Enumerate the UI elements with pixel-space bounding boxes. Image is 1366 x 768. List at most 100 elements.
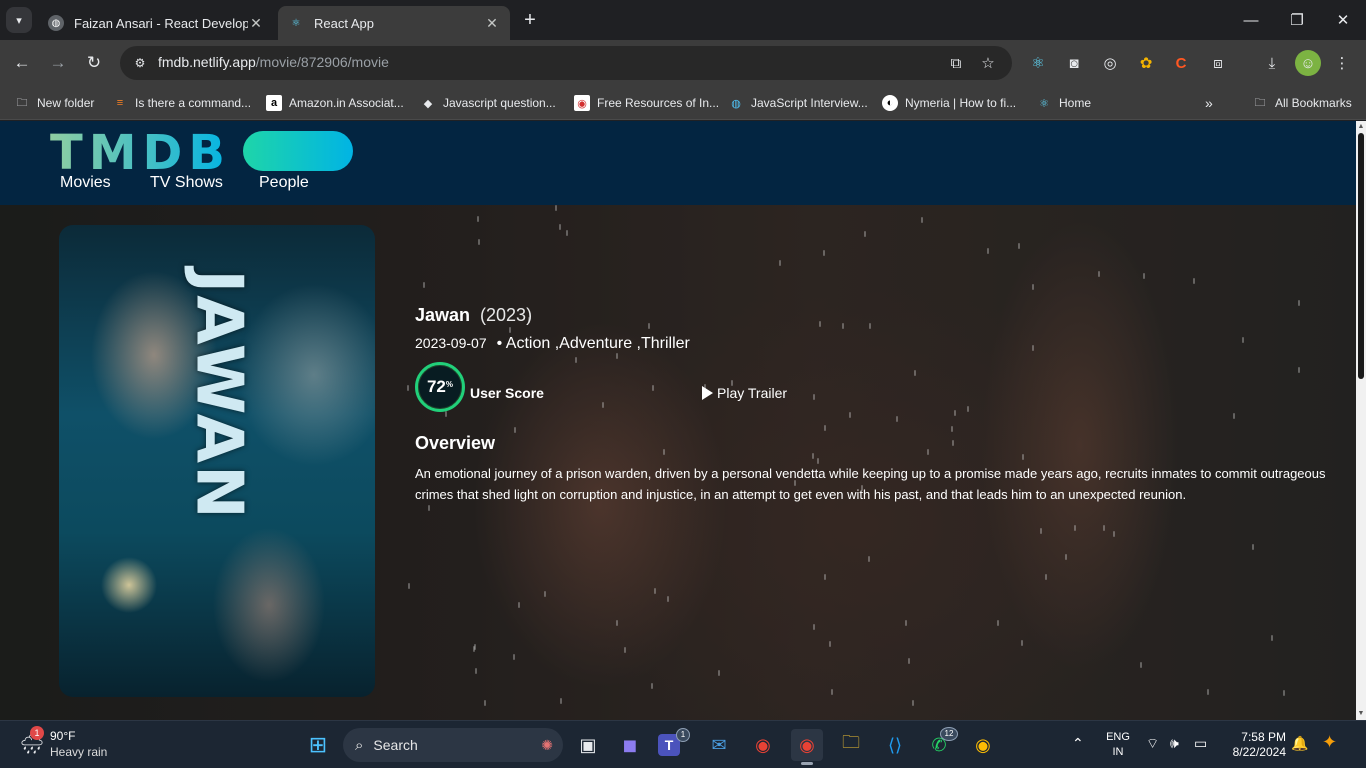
overview-heading: Overview [415,433,496,453]
start-windows-icon[interactable]: ⊞ [302,729,334,761]
rain-drop [513,654,516,661]
record-icon[interactable]: ◎ [1097,50,1123,76]
tab-react-app[interactable]: ⚛ React App ✕ [278,6,510,40]
scroll-up-icon[interactable]: ▲ [1356,122,1366,132]
rain-drop [818,321,821,328]
address-bar[interactable]: ⚙ fmdb.netlify.app/movie/872906/movie ⧉ … [120,46,1012,80]
download-icon[interactable]: ⤓ [1259,50,1285,76]
release-date: 2023-09-07 [415,335,487,351]
rain-drop [616,620,619,627]
language-code: ENG [1106,731,1130,743]
rain-drop [1282,689,1285,696]
install-app-icon[interactable]: ⧉ [945,52,967,74]
chevron-double-icon: » [1205,95,1213,111]
bookmark-stackoverflow[interactable]: ≡ Is there a command... [112,92,251,114]
bookmark-javascript-question[interactable]: ◆ Javascript question... [420,92,556,114]
profile-avatar[interactable]: ☺ [1295,50,1321,76]
reload-button[interactable]: ↻ [80,49,108,77]
camera-icon[interactable]: ◙ [1061,50,1087,76]
rain-drop [812,624,815,631]
vscode-icon[interactable]: ⟨⟩ [879,729,911,761]
c-extension-icon[interactable]: C [1168,50,1194,76]
tmdb-logo-pill [243,131,353,171]
notification-bell-icon[interactable]: 🔔 [1291,735,1308,752]
nav-tv-shows[interactable]: TV Shows [150,174,223,192]
rain-drop [986,248,989,255]
rain-drop [1017,243,1020,250]
close-icon[interactable]: ✕ [484,15,500,32]
chrome-canary-icon[interactable]: ◉ [967,729,999,761]
volume-icon[interactable]: 🕪 [1170,735,1179,752]
movie-title-line: Jawan (2023) [415,305,532,326]
movie-backdrop: JAWAN Jawan (2023) 2023-09-07 • Action ,Ad… [0,205,1356,720]
back-button[interactable]: ← [8,49,36,77]
color-picker-icon[interactable]: ✿ [1133,50,1159,76]
bookmark-nymeria[interactable]: ◐ Nymeria | How to fi... [882,92,1016,114]
scroll-down-icon[interactable]: ▼ [1356,709,1366,719]
rain-drop [1271,635,1274,642]
copilot-icon[interactable]: ✦ [1322,732,1337,753]
weather-temperature[interactable]: 90°F [50,729,75,743]
rain-drop [828,641,831,648]
taskbar-search[interactable]: ⌕ Search ✺ [343,728,563,762]
bookmark-js-interview[interactable]: ◍ JavaScript Interview... [728,92,868,114]
battery-icon[interactable]: ▭ [1194,735,1207,752]
bookmark-amazon[interactable]: a Amazon.in Associat... [266,92,404,114]
rain-drop [966,405,969,412]
window-close-button[interactable]: ✕ [1320,0,1366,40]
all-bookmarks-button[interactable]: 🗀 All Bookmarks [1252,92,1352,114]
rain-drop [427,505,430,512]
rain-drop [823,424,826,431]
nav-movies[interactable]: Movies [60,174,111,192]
wifi-icon[interactable]: ⌔ [1146,735,1159,753]
rain-drop [868,322,871,329]
rain-drop [517,601,520,608]
chrome-icon[interactable]: ◉ [747,729,779,761]
bookmark-home[interactable]: ⚛ Home [1036,92,1091,114]
new-tab-button[interactable]: + [518,8,542,32]
page-scrollbar[interactable]: ▲ ▼ [1356,121,1366,720]
site-info-icon[interactable]: ⚙ [128,51,152,75]
language-indicator[interactable]: ENG IN [1105,730,1131,760]
bookmark-star-icon[interactable]: ☆ [977,52,999,74]
react-devtools-icon[interactable]: ⚛ [1025,50,1051,76]
play-trailer-button[interactable]: Play Trailer [702,385,787,401]
rain-drop [1044,573,1047,580]
minimize-button[interactable]: — [1228,0,1274,40]
bookmarks-overflow-button[interactable]: » [1205,92,1213,114]
rain-drop [1140,662,1143,669]
chrome-active-icon[interactable]: ◉ [791,729,823,761]
tmdb-logo[interactable]: TMDB [50,125,231,181]
bookmark-label: Amazon.in Associat... [289,96,404,110]
tab-faizan-portfolio[interactable]: ◍ Faizan Ansari - React Developer ✕ [38,6,274,40]
clock-date: 8/22/2024 [1232,745,1286,759]
rain-drop [554,205,557,212]
whatsapp-badge: 12 [940,727,958,741]
folder-icon: 🗀 [16,96,28,109]
nav-people[interactable]: People [259,174,309,192]
forward-button[interactable]: → [44,49,72,77]
bookmark-new-folder[interactable]: 🗀 New folder [14,92,95,114]
chrome-menu-icon[interactable]: ⋮ [1329,50,1355,76]
scrollbar-thumb[interactable] [1358,133,1364,379]
react-icon: ⚛ [1039,97,1049,110]
rain-drop [650,683,653,690]
mail-icon[interactable]: ✉ [703,729,735,761]
close-icon[interactable]: ✕ [248,15,264,32]
extensions-icon[interactable]: ⧈ [1205,50,1231,76]
user-score-value: 72 [426,377,446,396]
show-hidden-icons-chevron-icon[interactable]: ⌃ [1072,735,1084,752]
url-text[interactable]: fmdb.netlify.app/movie/872906/movie [158,54,389,70]
meet-video-icon[interactable]: ◼ [614,729,646,761]
rain-drop [813,393,816,400]
restore-button[interactable]: ❐ [1274,0,1320,40]
user-score-ring: 72% [415,362,465,412]
system-clock[interactable]: 7:58 PM 8/22/2024 [1222,730,1286,760]
play-icon [702,386,713,400]
globe-icon: ◍ [731,97,741,110]
tab-search-button[interactable]: ▾ [6,7,32,33]
weather-description[interactable]: Heavy rain [50,745,107,759]
bookmark-free-resources[interactable]: ◉ Free Resources of In... [574,92,719,114]
file-explorer-icon[interactable]: 🗀 [835,729,867,761]
task-view-icon[interactable]: ▣ [572,729,604,761]
